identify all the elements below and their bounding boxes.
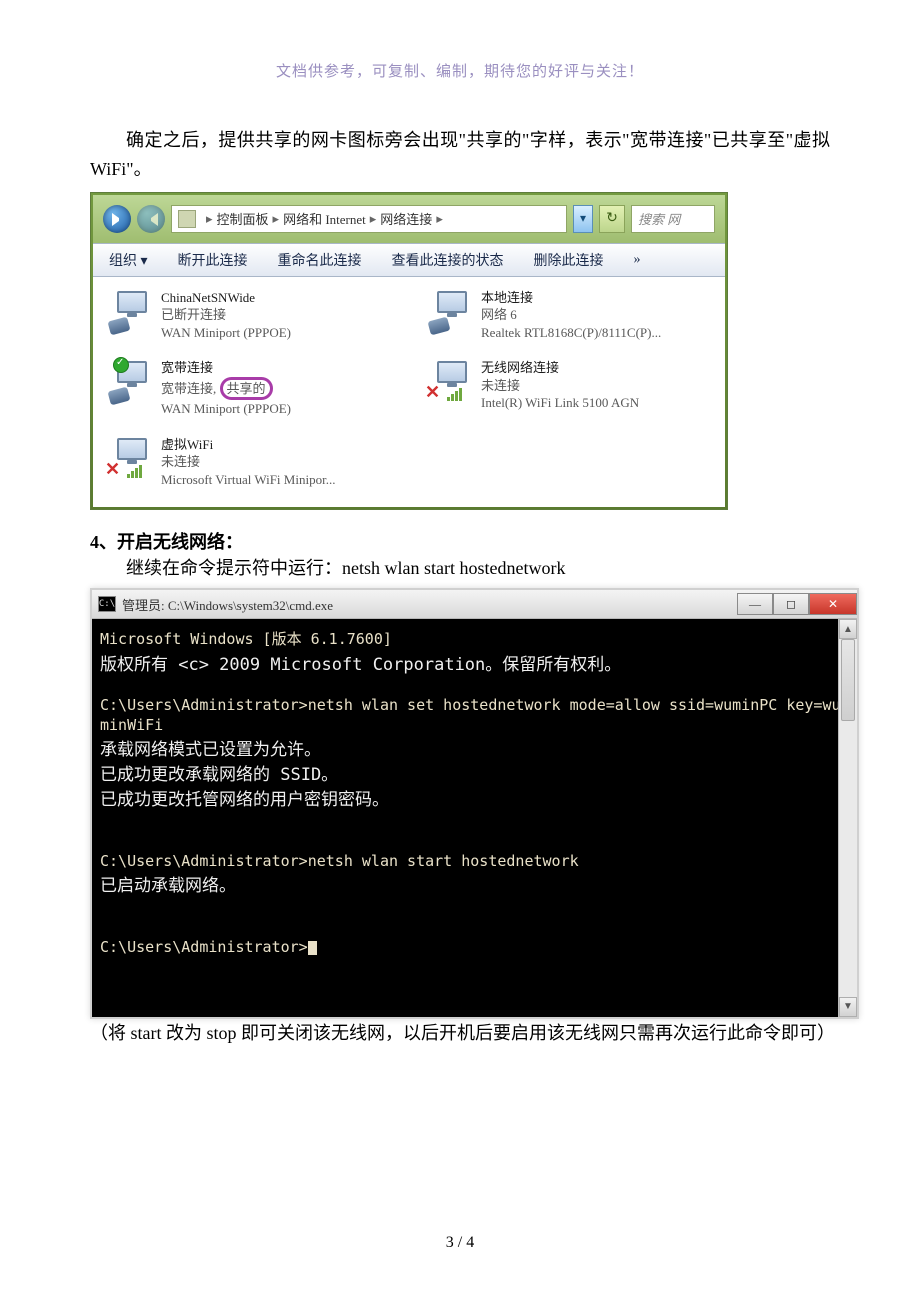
toolbar-rename[interactable]: 重命名此连接 bbox=[278, 250, 362, 270]
conn-device: Realtek RTL8168C(P)/8111C(P)... bbox=[481, 324, 661, 342]
conn-device: Microsoft Virtual WiFi Minipor... bbox=[161, 471, 335, 489]
cmd-line bbox=[100, 675, 849, 695]
cmd-line bbox=[100, 810, 849, 830]
address-bar: ▸ 控制面板 ▸ 网络和 Internet ▸ 网络连接 ▸ ▾ ↻ 搜索 网 bbox=[93, 195, 725, 243]
maximize-button[interactable]: ◻ bbox=[773, 593, 809, 615]
section-4-heading: 4、开启无线网络： bbox=[90, 528, 830, 554]
shared-badge: 共享的 bbox=[220, 377, 273, 401]
conn-title: 宽带连接 bbox=[161, 359, 291, 377]
cmd-line: 已成功更改托管网络的用户密钥密码。 bbox=[100, 785, 849, 810]
scroll-up-icon[interactable]: ▲ bbox=[839, 619, 857, 639]
toolbar-disconnect[interactable]: 断开此连接 bbox=[178, 250, 248, 270]
minimize-button[interactable]: — bbox=[737, 593, 773, 615]
cmd-line bbox=[100, 916, 849, 936]
connection-local[interactable]: 本地连接 网络 6 Realtek RTL8168C(P)/8111C(P)..… bbox=[429, 289, 709, 342]
toolbar-status[interactable]: 查看此连接的状态 bbox=[392, 250, 504, 270]
cmd-line: Microsoft Windows [版本 6.1.7600] bbox=[100, 629, 849, 649]
paragraph-confirm-share: 确定之后，提供共享的网卡图标旁会出现"共享的"字样，表示"宽带连接"已共享至"虚… bbox=[90, 126, 830, 184]
toolbar: 组织 ▾ 断开此连接 重命名此连接 查看此连接的状态 删除此连接 » bbox=[93, 243, 725, 277]
back-button[interactable] bbox=[103, 205, 131, 233]
conn-status: 已断开连接 bbox=[161, 306, 291, 324]
address-dropdown[interactable]: ▾ bbox=[573, 205, 593, 233]
cmd-icon: C:\ bbox=[98, 596, 116, 612]
close-button[interactable]: ✕ bbox=[809, 593, 857, 615]
connection-wireless[interactable]: ✕ 无线网络连接 未连接 Intel(R) WiFi Link 5100 AGN bbox=[429, 359, 709, 418]
conn-title: 无线网络连接 bbox=[481, 359, 639, 377]
conn-title: ChinaNetSNWide bbox=[161, 289, 291, 307]
cmd-line: C:\Users\Administrator>netsh wlan start … bbox=[100, 851, 849, 871]
scrollbar[interactable]: ▲ ▼ bbox=[838, 619, 857, 1017]
cmd-prompt: C:\Users\Administrator> bbox=[100, 937, 849, 957]
conn-title: 虚拟WiFi bbox=[161, 436, 335, 454]
conn-title: 本地连接 bbox=[481, 289, 661, 307]
conn-status: 宽带连接, 共享的 bbox=[161, 377, 291, 401]
conn-status: 未连接 bbox=[481, 377, 639, 395]
cmd-window: C:\ 管理员: C:\Windows\system32\cmd.exe — ◻… bbox=[90, 588, 859, 1019]
x-icon: ✕ bbox=[105, 459, 120, 480]
explorer-window: ▸ 控制面板 ▸ 网络和 Internet ▸ 网络连接 ▸ ▾ ↻ 搜索 网 … bbox=[90, 192, 728, 510]
forward-button[interactable] bbox=[137, 205, 165, 233]
cmd-line: 承载网络模式已设置为允许。 bbox=[100, 735, 849, 760]
conn-device: Intel(R) WiFi Link 5100 AGN bbox=[481, 394, 639, 412]
crumb-control-panel[interactable]: 控制面板 bbox=[217, 209, 269, 228]
section-4-command-text: 继续在命令提示符中运行：netsh wlan start hostednetwo… bbox=[90, 554, 830, 583]
connection-chinanet[interactable]: ChinaNetSNWide 已断开连接 WAN Miniport (PPPOE… bbox=[109, 289, 389, 342]
toolbar-delete[interactable]: 删除此连接 bbox=[534, 250, 604, 270]
cmd-title-text: 管理员: C:\Windows\system32\cmd.exe bbox=[122, 595, 333, 614]
cmd-line: 版权所有 <c> 2009 Microsoft Corporation。保留所有… bbox=[100, 650, 849, 675]
cmd-line bbox=[100, 831, 849, 851]
paragraph-stop-note: （将 start 改为 stop 即可关闭该无线网，以后开机后要启用该无线网只需… bbox=[90, 1019, 830, 1048]
refresh-button[interactable]: ↻ bbox=[599, 205, 625, 233]
conn-status: 网络 6 bbox=[481, 306, 661, 324]
breadcrumb[interactable]: ▸ 控制面板 ▸ 网络和 Internet ▸ 网络连接 ▸ bbox=[171, 205, 567, 233]
conn-device: WAN Miniport (PPPOE) bbox=[161, 324, 291, 342]
network-icon: ✕ bbox=[109, 436, 153, 476]
location-icon bbox=[178, 210, 196, 228]
scroll-thumb[interactable] bbox=[841, 639, 855, 721]
search-input[interactable]: 搜索 网 bbox=[631, 205, 715, 233]
toolbar-more[interactable]: » bbox=[634, 252, 641, 268]
scroll-down-icon[interactable]: ▼ bbox=[839, 997, 857, 1017]
x-icon: ✕ bbox=[425, 382, 440, 403]
crumb-network-connections[interactable]: 网络连接 bbox=[380, 209, 432, 228]
conn-status: 未连接 bbox=[161, 453, 335, 471]
network-icon bbox=[109, 289, 153, 329]
toolbar-organize[interactable]: 组织 ▾ bbox=[109, 250, 148, 270]
header-note: 文档供参考，可复制、编制，期待您的好评与关注！ bbox=[90, 60, 830, 81]
cmd-body[interactable]: Microsoft Windows [版本 6.1.7600] 版权所有 <c>… bbox=[92, 619, 857, 1017]
cmd-line: C:\Users\Administrator>netsh wlan set ho… bbox=[100, 695, 849, 736]
cmd-line: 已启动承载网络。 bbox=[100, 871, 849, 896]
connection-virtual-wifi[interactable]: ✕ 虚拟WiFi 未连接 Microsoft Virtual WiFi Mini… bbox=[109, 436, 389, 489]
cmd-line bbox=[100, 896, 849, 916]
cursor-icon bbox=[308, 941, 317, 955]
cmd-titlebar: C:\ 管理员: C:\Windows\system32\cmd.exe — ◻… bbox=[92, 590, 857, 619]
signal-icon bbox=[447, 388, 462, 401]
network-icon bbox=[429, 289, 473, 329]
signal-icon bbox=[127, 465, 142, 478]
cmd-line: 已成功更改承载网络的 SSID。 bbox=[100, 760, 849, 785]
conn-device: WAN Miniport (PPPOE) bbox=[161, 400, 291, 418]
network-icon: ✕ bbox=[429, 359, 473, 399]
crumb-network-internet[interactable]: 网络和 Internet bbox=[283, 209, 366, 228]
page-number: 3 / 4 bbox=[0, 1234, 920, 1252]
connection-broadband[interactable]: 宽带连接 宽带连接, 共享的 WAN Miniport (PPPOE) bbox=[109, 359, 389, 418]
network-icon bbox=[109, 359, 153, 399]
